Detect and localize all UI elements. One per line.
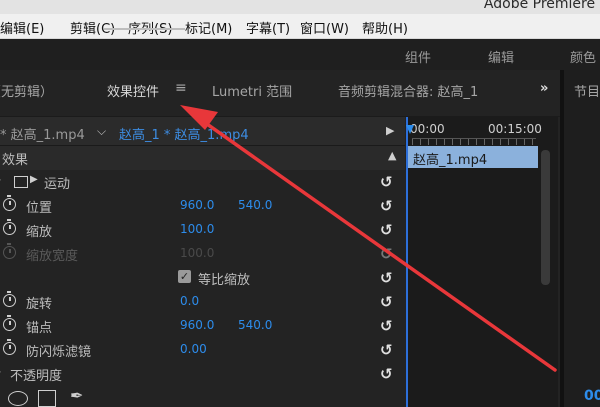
- menu-bar: 编辑(E) 剪辑(C) 序列(S) 标记(M) 字幕(T) 窗口(W) 帮助(H…: [0, 14, 600, 39]
- property-row-uniform-scale[interactable]: ✓ 等比缩放 ↺: [0, 266, 405, 290]
- reset-uniform-scale-icon[interactable]: ↺: [380, 269, 393, 287]
- expand-opacity-icon[interactable]: ›: [0, 365, 1, 378]
- anti-flicker-value[interactable]: 0.00: [180, 342, 207, 356]
- reset-motion-icon[interactable]: ↺: [380, 173, 393, 191]
- stopwatch-icon[interactable]: [3, 195, 16, 211]
- timeline-ruler-ticks: [412, 138, 536, 145]
- panel-tabs: （无剪辑） 效果控件 ≡ Lumetri 范围 音频剪辑混合器: 赵高_1 »: [0, 70, 560, 117]
- position-x-value[interactable]: 960.0: [180, 198, 214, 212]
- tab-source-no-clip[interactable]: （无剪辑）: [0, 81, 53, 100]
- effects-header-row: 效果 ▲: [0, 146, 405, 170]
- tab-program-monitor[interactable]: 节目: [574, 81, 600, 100]
- rotation-value[interactable]: 0.0: [180, 294, 199, 308]
- position-label: 位置: [26, 201, 53, 216]
- property-row-scale[interactable]: 缩放 100.0 ↺: [0, 218, 405, 242]
- reset-position-icon[interactable]: ↺: [380, 197, 393, 215]
- menu-edit[interactable]: 编辑(E): [0, 18, 44, 37]
- menu-window[interactable]: 窗口(W): [300, 18, 349, 37]
- anchor-y-value[interactable]: 540.0: [238, 318, 272, 332]
- property-row-anti-flicker[interactable]: 防闪烁滤镜 0.00 ↺: [0, 338, 405, 362]
- opacity-label: 不透明度: [10, 369, 63, 384]
- rectangle-mask-icon[interactable]: [38, 390, 56, 407]
- reset-scale-width-icon: ↺: [380, 245, 393, 263]
- tab-audio-clip-mixer[interactable]: 音频剪辑混合器: 赵高_1: [338, 81, 478, 100]
- menu-marker[interactable]: 标记(M): [185, 18, 232, 37]
- pen-mask-icon[interactable]: ✒: [70, 386, 83, 405]
- stopwatch-icon[interactable]: [3, 339, 16, 355]
- menu-help[interactable]: 帮助(H): [362, 18, 408, 37]
- property-row-position[interactable]: 位置 960.0 540.0 ↺: [0, 194, 405, 218]
- timeline-clip-label: 赵高_1.mp4: [413, 153, 488, 168]
- title-bar: Adobe Premiere P: [0, 0, 600, 14]
- position-y-value[interactable]: 540.0: [238, 198, 272, 212]
- property-row-scale-width: 缩放宽度 100.0 ↺: [0, 242, 405, 266]
- workspace-bar: 组件 编辑 颜色: [0, 39, 600, 71]
- transform-arrow-icon: ▶: [30, 174, 38, 185]
- workspace-tab-editing[interactable]: 编辑: [488, 47, 514, 66]
- vertical-scrollbar[interactable]: [541, 150, 550, 285]
- scale-width-value: 100.0: [180, 246, 215, 260]
- stopwatch-icon[interactable]: [3, 291, 16, 307]
- reset-anti-flicker-icon[interactable]: ↺: [380, 341, 393, 359]
- uniform-scale-label: 等比缩放: [198, 273, 251, 288]
- workspace-tab-color[interactable]: 颜色: [570, 47, 596, 66]
- more-tabs-icon[interactable]: »: [540, 81, 548, 96]
- workspace-tab-assembly[interactable]: 组件: [405, 47, 431, 66]
- expand-motion-icon[interactable]: ›: [0, 173, 1, 186]
- play-arrow-icon[interactable]: ▶: [386, 124, 394, 137]
- motion-label: 运动: [44, 177, 71, 192]
- app-title: Adobe Premiere P: [483, 0, 600, 12]
- effects-list: 效果 ▲ › ▶ 运动 ↺ 位置 960.0 540.0 ↺ 缩放 100.0 …: [0, 146, 405, 407]
- opacity-row[interactable]: › 不透明度 ↺: [0, 362, 405, 386]
- menu-title[interactable]: 字幕(T): [246, 18, 290, 37]
- timeline-end-timecode: 00:15:00: [488, 122, 542, 136]
- property-row-anchor-point[interactable]: 锚点 960.0 540.0 ↺: [0, 314, 405, 338]
- tab-lumetri-scopes[interactable]: Lumetri 范围: [212, 81, 292, 100]
- scale-width-label: 缩放宽度: [26, 249, 79, 264]
- anchor-x-value[interactable]: 960.0: [180, 318, 214, 332]
- stopwatch-icon[interactable]: [3, 315, 16, 331]
- property-row-rotation[interactable]: 旋转 0.0 ↺: [0, 290, 405, 314]
- reset-opacity-icon[interactable]: ↺: [380, 365, 393, 383]
- stopwatch-icon[interactable]: [3, 219, 16, 235]
- program-timecode[interactable]: 00: [584, 388, 600, 404]
- panel-menu-icon[interactable]: ≡: [175, 80, 187, 96]
- tab-effect-controls[interactable]: 效果控件: [107, 81, 159, 100]
- anchor-point-label: 锚点: [26, 321, 53, 336]
- ellipse-mask-icon[interactable]: [8, 391, 28, 406]
- playhead-marker[interactable]: [406, 125, 414, 134]
- scale-label: 缩放: [26, 225, 53, 240]
- motion-row[interactable]: › ▶ 运动 ↺: [0, 170, 405, 194]
- rotation-label: 旋转: [26, 297, 53, 312]
- chevron-down-icon[interactable]: ⌵: [97, 124, 106, 139]
- collapse-icon[interactable]: ▲: [388, 149, 396, 162]
- reset-anchor-icon[interactable]: ↺: [380, 317, 393, 335]
- stopwatch-icon: [3, 243, 16, 259]
- anti-flicker-label: 防闪烁滤镜: [26, 345, 92, 360]
- transform-icon: [14, 176, 28, 188]
- timeline-start-timecode: 00:00: [410, 122, 445, 136]
- source-clip-name[interactable]: * 赵高_1.mp4: [0, 124, 85, 143]
- active-tab-underline: [104, 28, 185, 30]
- scale-value[interactable]: 100.0: [180, 222, 214, 236]
- reset-rotation-icon[interactable]: ↺: [380, 293, 393, 311]
- program-monitor-panel: [560, 70, 600, 407]
- reset-scale-icon[interactable]: ↺: [380, 221, 393, 239]
- effects-header-label: 效果: [2, 153, 29, 168]
- sequence-clip-name[interactable]: 赵高_1 * 赵高_1.mp4: [119, 124, 249, 143]
- uniform-scale-checkbox[interactable]: ✓: [178, 270, 191, 283]
